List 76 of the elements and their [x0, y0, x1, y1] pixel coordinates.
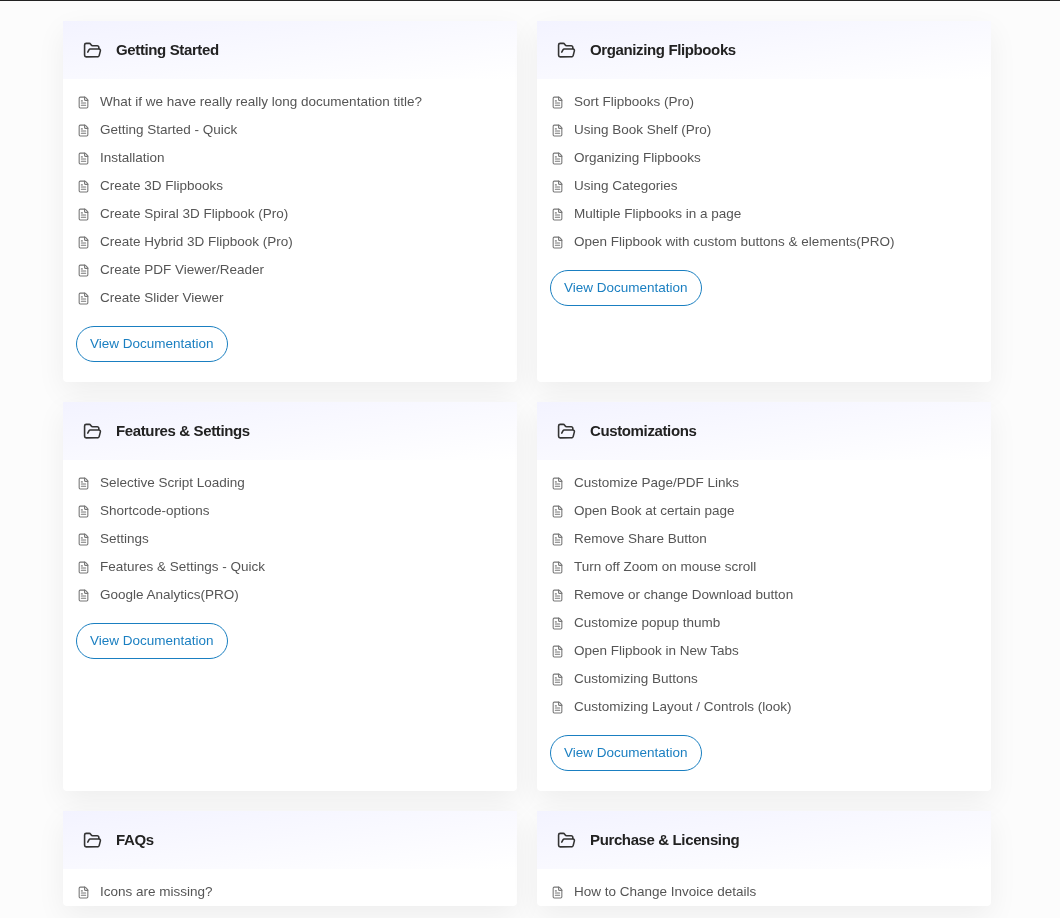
article-link[interactable]: Getting Started - Quick — [100, 119, 238, 141]
section-title: Getting Started — [116, 39, 219, 60]
article-link[interactable]: Shortcode-options — [100, 500, 210, 522]
folder-icon — [83, 830, 102, 850]
article-link[interactable]: Using Book Shelf (Pro) — [574, 119, 712, 141]
document-icon — [77, 588, 90, 602]
document-icon — [77, 207, 90, 221]
article-link[interactable]: Turn off Zoom on mouse scroll — [574, 556, 757, 578]
document-icon — [77, 560, 90, 574]
document-icon — [551, 532, 564, 546]
article-link[interactable]: Remove Share Button — [574, 528, 707, 550]
document-icon — [77, 504, 90, 518]
document-icon — [77, 235, 90, 249]
article-link[interactable]: Customize popup thumb — [574, 612, 721, 634]
document-icon — [77, 95, 90, 109]
document-icon — [551, 179, 564, 193]
folder-icon — [83, 421, 102, 441]
article-link[interactable]: Create Hybrid 3D Flipbook (Pro) — [100, 231, 293, 253]
article-link[interactable]: How to Change Invoice details — [574, 881, 757, 903]
article-link[interactable]: Customizing Buttons — [574, 668, 698, 690]
article-link[interactable]: Customizing Layout / Controls (look) — [574, 696, 792, 718]
article-link[interactable]: Open Flipbook with custom buttons & elements(PRO) — [574, 231, 895, 253]
document-icon — [77, 123, 90, 137]
article-link[interactable]: Installation — [100, 147, 165, 169]
article-link[interactable]: What if we have really really long documentation title? — [100, 91, 422, 113]
document-icon — [551, 123, 564, 137]
article-link[interactable]: Create Slider Viewer — [100, 287, 224, 309]
article-link[interactable]: Features & Settings - Quick — [100, 556, 266, 578]
document-icon — [551, 885, 564, 899]
view-documentation-button[interactable]: View Documentation — [550, 735, 702, 771]
folder-icon — [83, 40, 102, 60]
article-link[interactable]: Multiple Flipbooks in a page — [574, 203, 742, 225]
view-documentation-button[interactable]: View Documentation — [550, 270, 702, 306]
document-icon — [77, 179, 90, 193]
document-icon — [551, 700, 564, 714]
document-icon — [77, 291, 90, 305]
document-icon — [551, 672, 564, 686]
article-link[interactable]: Open Book at certain page — [574, 500, 735, 522]
folder-icon — [557, 40, 576, 60]
article-link[interactable]: Open Flipbook in New Tabs — [574, 640, 739, 662]
document-icon — [77, 885, 90, 899]
article-link[interactable]: Customize Page/PDF Links — [574, 472, 740, 494]
section-title: Customizations — [590, 420, 697, 441]
article-link[interactable]: Settings — [100, 528, 149, 550]
folder-icon — [557, 421, 576, 441]
document-icon — [551, 616, 564, 630]
document-icon — [551, 560, 564, 574]
article-link[interactable]: Google Analytics(PRO) — [100, 584, 239, 606]
article-link[interactable]: Icons are missing? — [100, 881, 213, 903]
document-icon — [551, 235, 564, 249]
document-icon — [551, 95, 564, 109]
article-link[interactable]: Create PDF Viewer/Reader — [100, 259, 265, 281]
article-link[interactable]: Create Spiral 3D Flipbook (Pro) — [100, 203, 289, 225]
document-icon — [551, 151, 564, 165]
article-link[interactable]: Sort Flipbooks (Pro) — [574, 91, 695, 113]
document-icon — [77, 476, 90, 490]
document-icon — [551, 588, 564, 602]
article-link[interactable]: Using Categories — [574, 175, 678, 197]
document-icon — [551, 644, 564, 658]
section-title: Purchase & Licensing — [590, 829, 740, 850]
article-link[interactable]: Create 3D Flipbooks — [100, 175, 224, 197]
document-icon — [551, 504, 564, 518]
article-link[interactable]: Remove or change Download button — [574, 584, 794, 606]
section-title: Features & Settings — [116, 420, 250, 441]
document-icon — [77, 151, 90, 165]
folder-icon — [557, 830, 576, 850]
document-icon — [551, 207, 564, 221]
section-title: FAQs — [116, 829, 154, 850]
article-link[interactable]: Organizing Flipbooks — [574, 147, 701, 169]
view-documentation-button[interactable]: View Documentation — [76, 623, 228, 659]
section-title: Organizing Flipbooks — [590, 39, 736, 60]
document-icon — [77, 263, 90, 277]
article-link[interactable]: Selective Script Loading — [100, 472, 245, 494]
view-documentation-button[interactable]: View Documentation — [76, 326, 228, 362]
document-icon — [551, 476, 564, 490]
document-icon — [77, 532, 90, 546]
